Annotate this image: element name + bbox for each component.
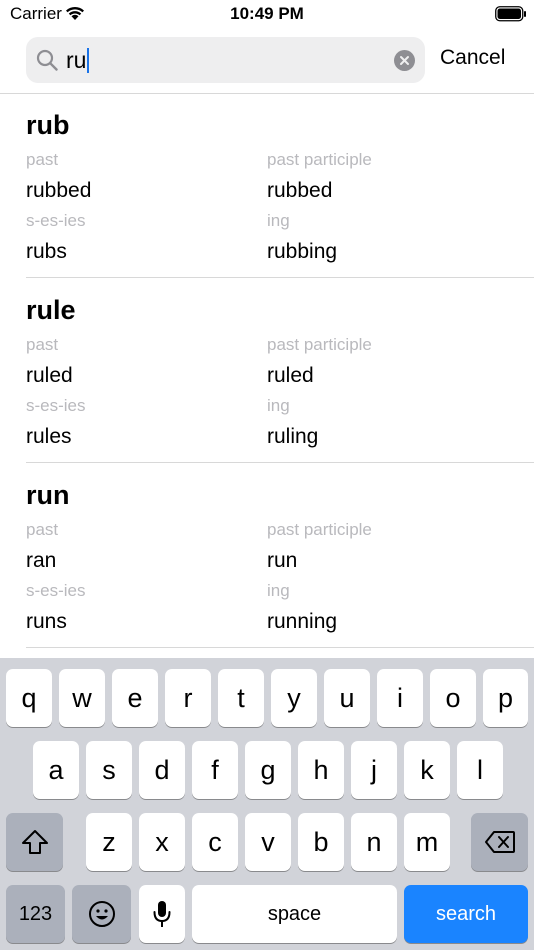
s-es-ies-label: s-es-ies (26, 581, 86, 600)
clock: 10:49 PM (230, 4, 304, 23)
past-participle-value: ruled (267, 364, 314, 387)
key-w[interactable]: w (59, 669, 105, 727)
cancel-button[interactable]: Cancel (440, 46, 505, 70)
past-label: past (26, 150, 59, 169)
ing-value: ruling (267, 425, 319, 448)
key-z[interactable]: z (86, 813, 132, 871)
dictation-key[interactable] (139, 885, 185, 943)
s-es-ies-label: s-es-ies (26, 211, 86, 230)
key-o[interactable]: o (430, 669, 476, 727)
past-value: ran (26, 549, 57, 572)
key-i[interactable]: i (377, 669, 423, 727)
key-u[interactable]: u (324, 669, 370, 727)
search-field[interactable]: ru (26, 37, 425, 83)
past-value: rubbed (26, 179, 92, 202)
key-h[interactable]: h (298, 741, 344, 799)
text-cursor (87, 48, 90, 73)
key-s[interactable]: s (86, 741, 132, 799)
key-d[interactable]: d (139, 741, 185, 799)
ing-label: ing (267, 581, 290, 600)
entry-divider (26, 462, 534, 463)
microphone-icon (153, 901, 171, 927)
entry-divider (26, 647, 534, 648)
verb-entry-rule[interactable]: rule past ruled past participle ruled s-… (0, 280, 534, 465)
past-participle-value: rubbed (267, 179, 333, 202)
keyboard: q w e r t y u i o p a s d f g h j k l z … (0, 658, 534, 950)
past-participle-value: run (267, 549, 298, 572)
emoji-key[interactable] (72, 885, 131, 943)
s-es-ies-value: rubs (26, 240, 67, 263)
key-k[interactable]: k (404, 741, 450, 799)
verb-entry-run[interactable]: run past ran past participle run s-es-ie… (0, 465, 534, 650)
key-p[interactable]: p (483, 669, 528, 727)
key-x[interactable]: x (139, 813, 185, 871)
verb-title: rule (26, 295, 76, 325)
results-list: rub past rubbed past participle rubbed s… (0, 95, 534, 650)
clear-text-icon[interactable] (394, 50, 415, 71)
past-value: ruled (26, 364, 73, 387)
key-j[interactable]: j (351, 741, 397, 799)
past-participle-label: past participle (267, 520, 372, 539)
key-m[interactable]: m (404, 813, 450, 871)
key-q[interactable]: q (6, 669, 52, 727)
search-input[interactable]: ru (66, 47, 90, 74)
key-r[interactable]: r (165, 669, 211, 727)
s-es-ies-label: s-es-ies (26, 396, 86, 415)
past-participle-label: past participle (267, 150, 372, 169)
key-e[interactable]: e (112, 669, 158, 727)
key-g[interactable]: g (245, 741, 291, 799)
past-label: past (26, 520, 59, 539)
key-t[interactable]: t (218, 669, 264, 727)
delete-key[interactable] (471, 813, 528, 871)
emoji-icon (88, 901, 115, 927)
past-participle-label: past participle (267, 335, 372, 354)
battery-icon (495, 6, 526, 22)
delete-icon (484, 831, 515, 853)
key-b[interactable]: b (298, 813, 344, 871)
s-es-ies-value: rules (26, 425, 72, 448)
s-es-ies-value: runs (26, 610, 67, 633)
search-key[interactable]: search (404, 885, 528, 943)
status-bar: Carrier 10:49 PM (0, 0, 534, 30)
search-icon (36, 49, 58, 71)
verb-title: rub (26, 110, 70, 140)
shift-key[interactable] (6, 813, 63, 871)
key-c[interactable]: c (192, 813, 238, 871)
key-f[interactable]: f (192, 741, 238, 799)
key-v[interactable]: v (245, 813, 291, 871)
ing-label: ing (267, 211, 290, 230)
numbers-key[interactable]: 123 (6, 885, 65, 943)
ing-value: rubbing (267, 240, 338, 263)
verb-entry-rub[interactable]: rub past rubbed past participle rubbed s… (0, 95, 534, 280)
space-key[interactable]: space (192, 885, 397, 943)
shift-icon (21, 830, 48, 854)
entry-divider (26, 277, 534, 278)
key-l[interactable]: l (457, 741, 503, 799)
header-divider (0, 93, 534, 94)
past-label: past (26, 335, 59, 354)
key-n[interactable]: n (351, 813, 397, 871)
ing-value: running (267, 610, 338, 633)
verb-title: run (26, 480, 70, 510)
key-a[interactable]: a (33, 741, 79, 799)
ing-label: ing (267, 396, 290, 415)
key-y[interactable]: y (271, 669, 317, 727)
